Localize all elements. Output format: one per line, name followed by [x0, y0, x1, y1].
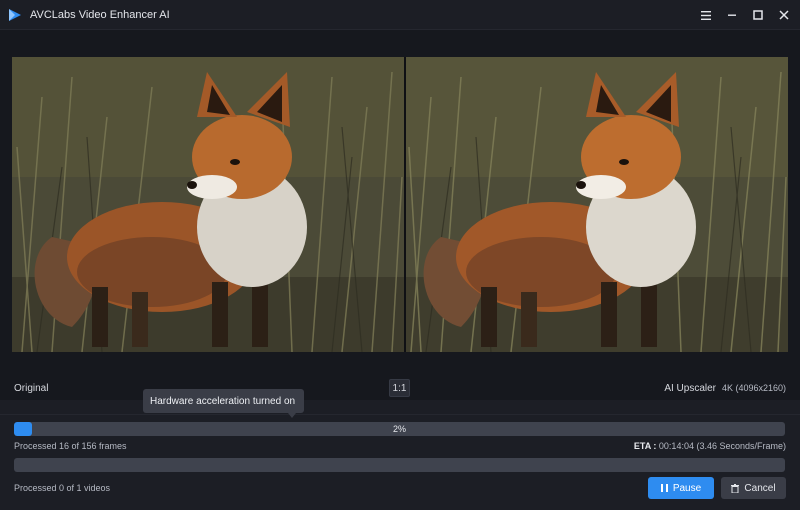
maximize-button[interactable] — [746, 3, 770, 27]
pause-button-label: Pause — [672, 482, 702, 494]
resolution-label: 4K (4096x2160) — [721, 383, 786, 393]
tooltip-arrow — [288, 413, 296, 418]
hardware-acceleration-tooltip: Hardware acceleration turned on — [143, 389, 304, 413]
cancel-button-label: Cancel — [744, 482, 776, 494]
model-label: AI Upscaler — [664, 383, 716, 394]
close-button[interactable] — [772, 3, 796, 27]
menu-icon — [701, 10, 711, 20]
video-progress-bar — [14, 458, 785, 472]
preview-area — [0, 30, 800, 400]
original-label: Original — [14, 383, 49, 394]
avclabs-logo-icon — [9, 8, 21, 21]
eta-label: ETA : — [633, 441, 657, 451]
enhanced-preview — [406, 57, 788, 352]
fox-image-original — [12, 57, 404, 352]
eta-value: 00:14:04 (3.46 Seconds/Frame) — [658, 441, 786, 451]
frame-progress-percent: 2% — [392, 424, 406, 434]
pause-icon — [660, 484, 668, 492]
fox-image-enhanced — [406, 57, 788, 352]
menu-button[interactable] — [694, 3, 718, 27]
videos-processed-text: Processed 0 of 1 videos — [14, 483, 111, 493]
frame-progress-bar: 2% — [14, 422, 785, 436]
ratio-1-1-button[interactable]: 1:1 — [389, 379, 410, 397]
minimize-icon — [728, 14, 736, 16]
close-icon — [779, 10, 789, 20]
app-title: AVCLabs Video Enhancer AI — [30, 8, 170, 21]
trash-icon — [731, 483, 740, 493]
pause-button[interactable]: Pause — [648, 477, 714, 499]
frames-processed-text: Processed 16 of 156 frames — [14, 441, 127, 451]
original-preview — [12, 57, 404, 352]
maximize-icon — [753, 10, 763, 20]
window-controls — [692, 0, 796, 30]
title-bar: AVCLabs Video Enhancer AI — [0, 0, 800, 30]
minimize-button[interactable] — [720, 3, 744, 27]
eta-readout: ETA : 00:14:04 (3.46 Seconds/Frame) — [634, 441, 786, 451]
cancel-button[interactable]: Cancel — [721, 477, 786, 499]
